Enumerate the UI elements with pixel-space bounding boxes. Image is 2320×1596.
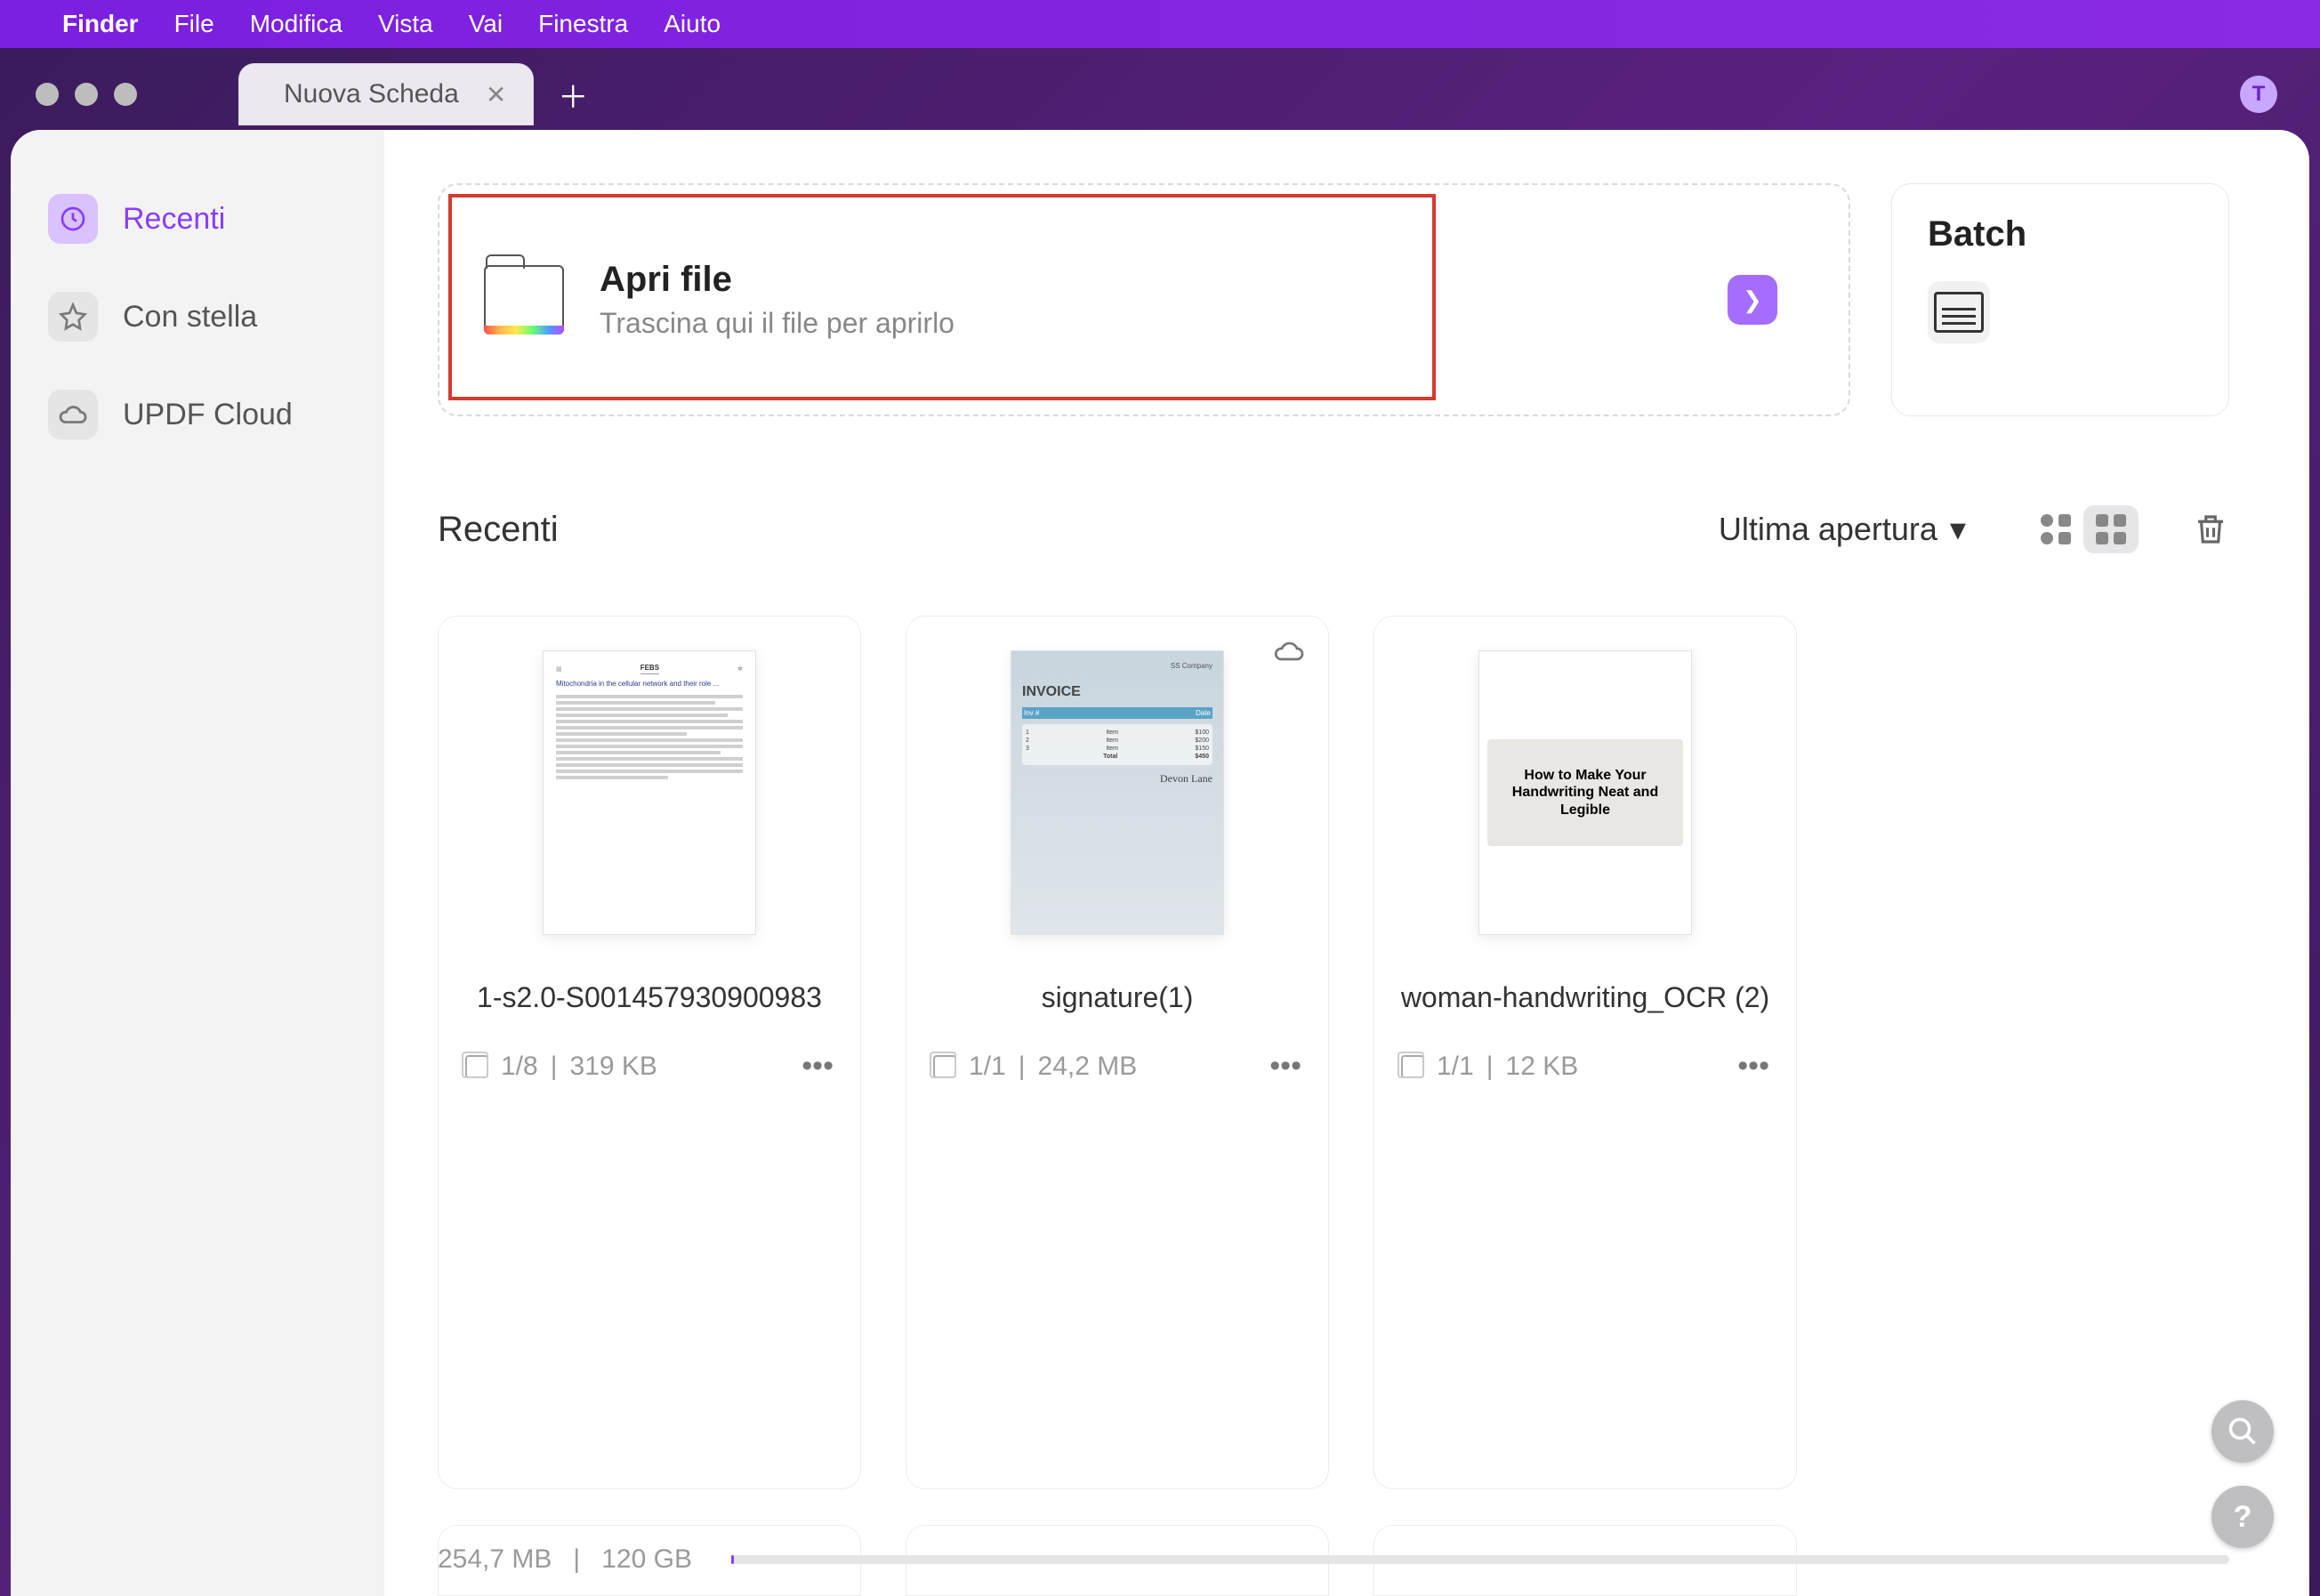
storage-progress xyxy=(731,1555,2229,1564)
sidebar-item-label: UPDF Cloud xyxy=(123,398,293,432)
cloud-icon xyxy=(1273,640,1305,663)
sidebar-item-label: Recenti xyxy=(123,202,225,237)
file-more-button[interactable]: ••• xyxy=(1737,1049,1769,1084)
file-size: 319 KB xyxy=(570,1052,657,1082)
thumbnail: ▦FEBS✽ Mitochondria in the cellular netw… xyxy=(543,650,756,935)
macos-menubar: Finder File Modifica Vista Vai Finestra … xyxy=(0,0,2320,48)
star-icon xyxy=(48,292,98,342)
open-file-dropzone[interactable]: Apri file Trascina qui il file per aprir… xyxy=(438,183,1850,416)
desktop: Nuova Scheda ✕ ＋ T Recenti Con stella xyxy=(0,48,2320,1596)
file-card[interactable]: ▦FEBS✽ Mitochondria in the cellular netw… xyxy=(438,616,861,1489)
open-file-subtitle: Trascina qui il file per aprirlo xyxy=(600,307,955,340)
tab-label: Nuova Scheda xyxy=(284,79,459,109)
sidebar-item-cloud[interactable]: UPDF Cloud xyxy=(41,379,354,450)
pages-icon xyxy=(933,1055,956,1078)
file-more-button[interactable]: ••• xyxy=(1269,1049,1301,1084)
main-area: Apri file Trascina qui il file per aprir… xyxy=(384,130,2309,1596)
file-pages: 1/1 xyxy=(969,1052,1006,1082)
search-icon xyxy=(2227,1415,2259,1447)
close-tab-icon[interactable]: ✕ xyxy=(486,80,506,109)
file-name: 1-s2.0-S001457930900983 xyxy=(477,962,822,1033)
file-name: signature(1) xyxy=(1042,962,1194,1033)
trash-icon xyxy=(2192,511,2229,548)
menubar-app-name[interactable]: Finder xyxy=(62,10,139,38)
menu-go[interactable]: Vai xyxy=(469,10,503,38)
storage-bar: 254,7 MB | 120 GB xyxy=(438,1539,2229,1580)
sidebar-item-recent[interactable]: Recenti xyxy=(41,183,354,254)
sidebar: Recenti Con stella UPDF Cloud xyxy=(11,130,384,1596)
app-window: Nuova Scheda ✕ ＋ T Recenti Con stella xyxy=(11,59,2309,1596)
file-meta: 1/1 | 12 KB ••• xyxy=(1396,1049,1775,1084)
help-icon: ? xyxy=(2234,1500,2252,1535)
folder-icon xyxy=(484,265,564,335)
storage-used: 254,7 MB xyxy=(438,1544,552,1575)
thumbnail: SS Company INVOICE Inv #Date 1Item$100 2… xyxy=(1011,650,1224,935)
file-pages: 1/1 xyxy=(1437,1052,1474,1082)
view-grid-small-button[interactable] xyxy=(2028,505,2083,553)
file-meta: 1/8 | 319 KB ••• xyxy=(460,1049,839,1084)
sidebar-item-label: Con stella xyxy=(123,300,257,335)
menu-help[interactable]: Aiuto xyxy=(664,10,721,38)
clock-icon xyxy=(48,194,98,244)
file-card[interactable]: How to Make Your Handwriting Neat and Le… xyxy=(1373,616,1797,1489)
close-window-button[interactable] xyxy=(36,83,59,106)
search-fab[interactable] xyxy=(2211,1400,2274,1463)
tab-strip: Nuova Scheda ✕ ＋ T xyxy=(11,59,2309,130)
fullscreen-window-button[interactable] xyxy=(114,83,137,106)
storage-total: 120 GB xyxy=(601,1544,692,1575)
menu-file[interactable]: File xyxy=(174,10,214,38)
chevron-down-icon: ▾ xyxy=(1950,511,1966,548)
sort-dropdown[interactable]: Ultima apertura ▾ xyxy=(1719,511,1966,548)
trash-button[interactable] xyxy=(2192,511,2229,548)
file-size: 12 KB xyxy=(1506,1052,1579,1082)
menu-window[interactable]: Finestra xyxy=(538,10,628,38)
open-file-more-button[interactable]: ❯ xyxy=(1728,275,1777,325)
cloud-icon xyxy=(48,390,98,439)
recent-title: Recenti xyxy=(438,510,559,550)
new-tab-button[interactable]: ＋ xyxy=(555,77,591,112)
scanner-icon xyxy=(1928,281,1990,343)
grid-small-icon xyxy=(2041,514,2071,544)
batch-card[interactable]: Batch xyxy=(1891,183,2229,416)
file-pages: 1/8 xyxy=(501,1052,538,1082)
help-fab[interactable]: ? xyxy=(2211,1486,2274,1548)
window-controls xyxy=(36,83,137,106)
chevron-right-icon: ❯ xyxy=(1743,286,1762,314)
tab-new[interactable]: Nuova Scheda ✕ xyxy=(238,63,534,125)
recent-header: Recenti Ultima apertura ▾ xyxy=(438,505,2229,553)
user-avatar[interactable]: T xyxy=(2240,76,2277,113)
pages-icon xyxy=(465,1055,488,1078)
sort-label: Ultima apertura xyxy=(1719,511,1937,548)
file-card[interactable]: SS Company INVOICE Inv #Date 1Item$100 2… xyxy=(906,616,1329,1489)
minimize-window-button[interactable] xyxy=(75,83,98,106)
batch-title: Batch xyxy=(1928,214,2193,254)
file-meta: 1/1 | 24,2 MB ••• xyxy=(928,1049,1307,1084)
pages-icon xyxy=(1401,1055,1424,1078)
file-grid: ▦FEBS✽ Mitochondria in the cellular netw… xyxy=(438,616,2229,1489)
grid-large-icon xyxy=(2096,514,2126,544)
thumbnail: How to Make Your Handwriting Neat and Le… xyxy=(1478,650,1692,935)
menu-edit[interactable]: Modifica xyxy=(250,10,342,38)
view-grid-large-button[interactable] xyxy=(2083,505,2139,553)
file-more-button[interactable]: ••• xyxy=(802,1049,834,1084)
file-name: woman-handwriting_OCR (2) xyxy=(1401,962,1769,1033)
top-row: Apri file Trascina qui il file per aprir… xyxy=(438,183,2229,416)
open-file-title: Apri file xyxy=(600,260,955,300)
file-size: 24,2 MB xyxy=(1038,1052,1138,1082)
menu-view[interactable]: Vista xyxy=(378,10,433,38)
window-body: Recenti Con stella UPDF Cloud xyxy=(11,130,2309,1596)
sidebar-item-starred[interactable]: Con stella xyxy=(41,281,354,352)
